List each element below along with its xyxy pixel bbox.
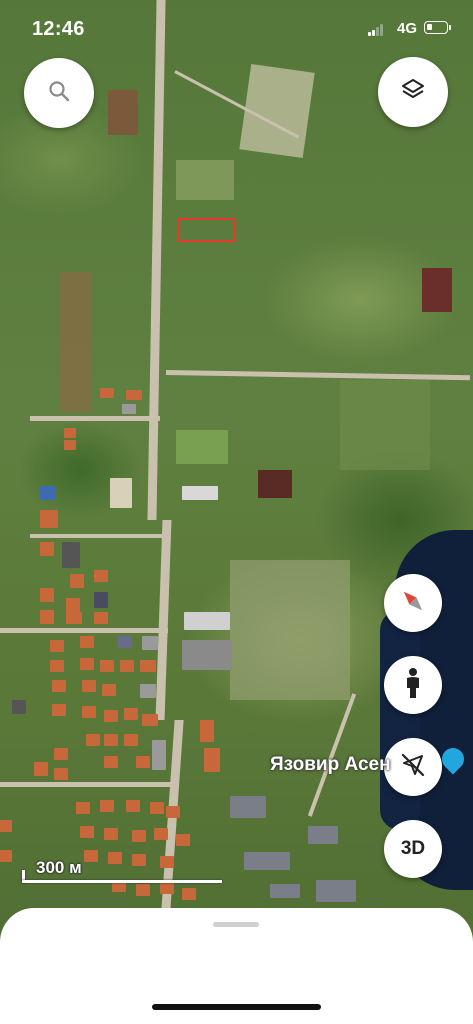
compass-button[interactable] [384,574,442,632]
network-type: 4G [397,20,418,37]
location-button[interactable] [384,738,442,796]
bottom-sheet[interactable] [0,908,473,1024]
sheet-grabber[interactable] [213,922,259,927]
search-icon [47,79,71,108]
street-view-button[interactable] [384,656,442,714]
search-button[interactable] [24,58,94,128]
signal-strength-icon [368,24,383,36]
status-time: 12:46 [32,18,85,40]
layers-icon [400,77,426,108]
scale-label: 300 м [36,858,82,877]
scale-bar [22,880,222,883]
layers-button[interactable] [378,57,448,127]
selected-area-outline [178,218,236,242]
battery-icon [424,21,451,34]
3d-toggle-button[interactable]: 3D [384,820,442,878]
status-bar: 12:46 4G [0,0,473,60]
compass-icon [398,586,428,621]
place-label[interactable]: Язовир Асен [270,754,391,776]
home-indicator[interactable] [152,1004,321,1010]
3d-label: 3D [400,838,426,859]
location-off-icon [399,751,427,784]
street-view-icon [402,667,424,704]
map-scale: 300 м [22,858,222,884]
